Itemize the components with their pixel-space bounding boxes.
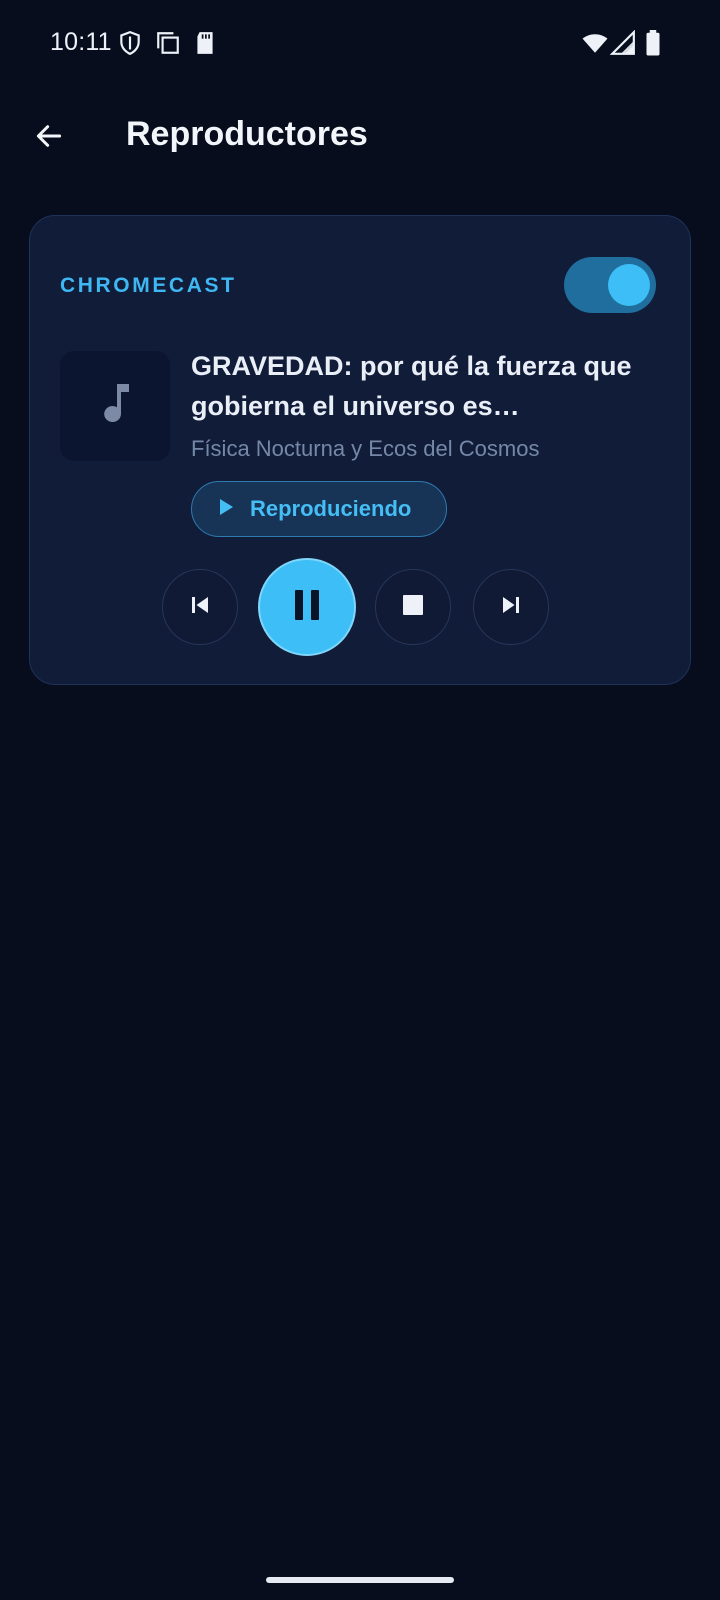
music-note-icon — [95, 380, 135, 433]
playback-status-chip[interactable]: Reproduciendo — [191, 481, 447, 537]
arrow-left-icon — [33, 120, 65, 157]
status-bar: 10:11 — [0, 0, 720, 90]
toggle-thumb — [608, 264, 650, 306]
cellular-signal-icon — [609, 29, 636, 56]
skip-previous-icon — [188, 593, 212, 622]
home-indicator[interactable] — [266, 1577, 454, 1583]
track-artwork — [60, 351, 170, 461]
app-bar: Reproductores — [0, 95, 720, 179]
skip-next-button[interactable] — [473, 569, 549, 645]
stop-button[interactable] — [375, 569, 451, 645]
sd-card-icon — [192, 30, 218, 56]
page-title: Reproductores — [126, 115, 368, 153]
track-title: GRAVEDAD: por qué la fuerza que gobierna… — [191, 351, 632, 421]
copy-icon — [155, 30, 181, 56]
stop-icon — [402, 594, 424, 621]
wifi-icon — [581, 30, 608, 56]
track-artist: Física Nocturna y Ecos del Cosmos — [191, 436, 540, 461]
player-type-label: CHROMECAST — [60, 274, 237, 297]
skip-previous-button[interactable] — [162, 569, 238, 645]
chromecast-player-card: CHROMECAST GRAVEDAD: por qué la fuerza q… — [29, 215, 691, 685]
pause-button[interactable] — [258, 558, 356, 656]
pause-icon — [292, 588, 322, 627]
player-enabled-toggle[interactable] — [564, 257, 656, 313]
skip-next-icon — [499, 593, 523, 622]
back-button[interactable] — [22, 111, 76, 165]
play-icon — [218, 498, 234, 521]
status-time: 10:11 — [50, 28, 112, 56]
battery-icon — [644, 30, 670, 56]
playback-status-label: Reproduciendo — [250, 496, 412, 521]
shield-icon — [117, 30, 143, 56]
